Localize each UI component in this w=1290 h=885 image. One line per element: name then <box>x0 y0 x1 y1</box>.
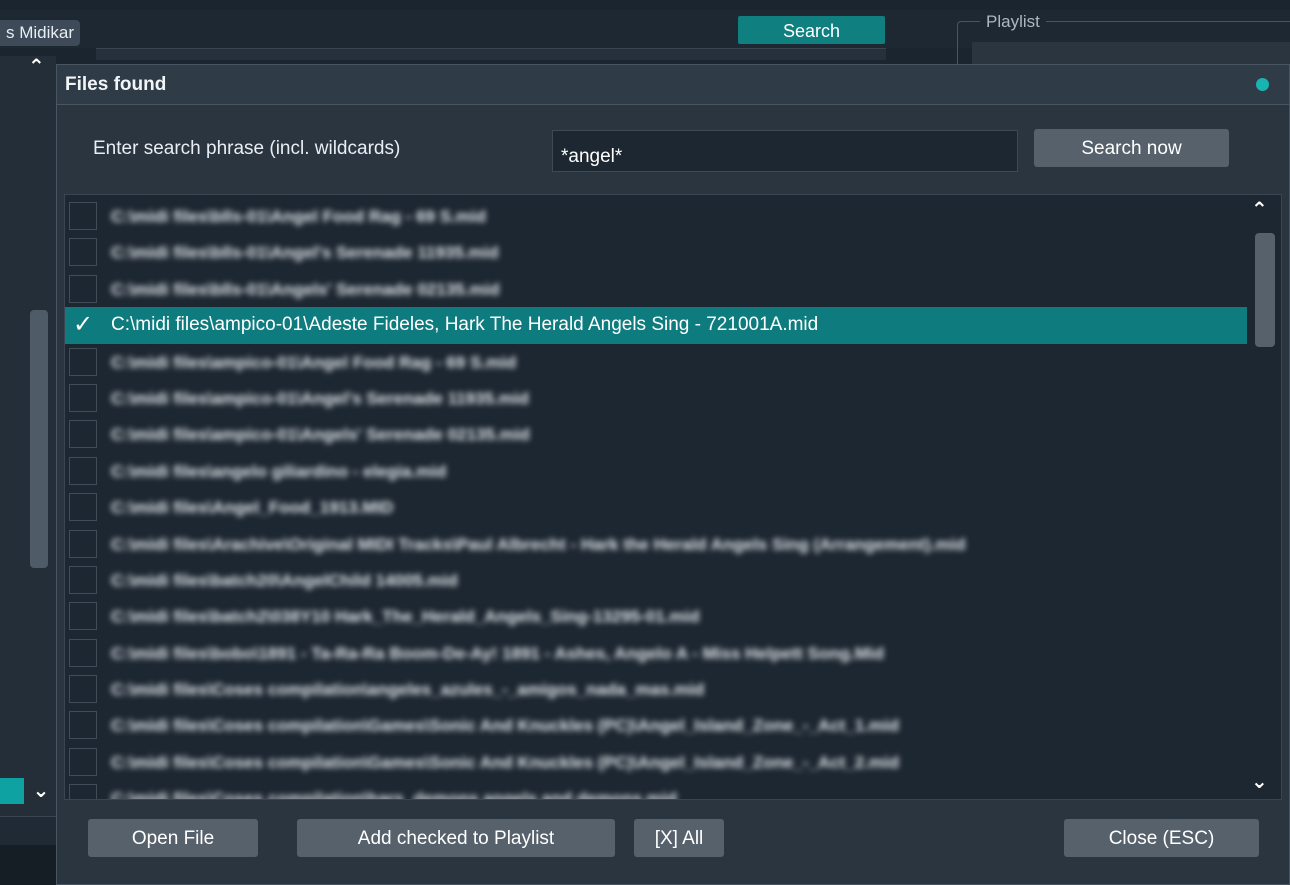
app-tab[interactable]: s Midikar <box>0 20 81 46</box>
chevron-down-icon[interactable]: ⌄ <box>28 778 54 804</box>
file-row[interactable]: C:\midi files\Coses compilation\hars_dem… <box>65 780 1247 800</box>
file-checkbox[interactable] <box>69 238 97 267</box>
chevron-up-icon[interactable]: ⌃ <box>28 54 45 79</box>
file-row[interactable]: C:\midi files\batch2\038Y10 Hark_The_Her… <box>65 598 1247 634</box>
file-checkbox[interactable]: ✓ <box>69 311 97 339</box>
file-checkbox[interactable] <box>69 456 97 485</box>
file-path: C:\midi files\blls-01\Angels' Serenade 0… <box>111 279 500 299</box>
file-path: C:\midi files\Coses compilation\hars_dem… <box>111 789 677 800</box>
scroll-up-icon[interactable]: ⌃ <box>1251 197 1268 222</box>
checkmark-icon: ✓ <box>73 311 94 339</box>
file-path: C:\midi files\Angel_Food_1913.MID <box>111 498 394 518</box>
file-checkbox[interactable] <box>69 602 97 631</box>
file-row[interactable]: C:\midi files\ampico-01\Angels' Serenade… <box>65 416 1247 452</box>
file-row[interactable]: C:\midi files\blls-01\Angel's Serenade 1… <box>65 234 1247 270</box>
file-path: C:\midi files\Coses compilation\Games\So… <box>111 716 900 736</box>
file-checkbox[interactable] <box>69 274 97 303</box>
file-checkbox[interactable] <box>69 565 97 594</box>
file-row[interactable]: C:\midi files\batch20\AngelChild 14005.m… <box>65 562 1247 598</box>
open-file-button[interactable]: Open File <box>88 819 258 857</box>
file-path: C:\midi files\ampico-01\Angel Food Rag -… <box>111 352 517 372</box>
file-path: C:\midi files\Coses compilation\Games\So… <box>111 752 900 772</box>
main-search-field[interactable] <box>96 48 886 60</box>
main-search-button[interactable]: Search <box>738 16 885 44</box>
search-now-button[interactable]: Search now <box>1034 129 1229 167</box>
file-checkbox[interactable] <box>69 711 97 740</box>
file-row[interactable]: C:\midi files\Angel_Food_1913.MID <box>65 489 1247 525</box>
file-checkbox[interactable] <box>69 420 97 449</box>
file-path: C:\midi files\batch2\038Y10 Hark_The_Her… <box>111 607 700 627</box>
scrollbar-thumb[interactable] <box>1255 233 1275 347</box>
file-checkbox[interactable] <box>69 202 97 230</box>
check-all-button[interactable]: [X] All <box>634 819 724 857</box>
playlist-field[interactable] <box>972 42 1290 64</box>
file-path: C:\midi files\Arachive\Original MIDI Tra… <box>111 534 966 554</box>
file-row[interactable]: C:\midi files\Coses compilation\Games\So… <box>65 744 1247 780</box>
file-path: C:\midi files\ampico-01\Adeste Fideles, … <box>111 314 819 336</box>
file-checkbox[interactable] <box>69 638 97 667</box>
file-row[interactable]: C:\midi files\blls-01\Angels' Serenade 0… <box>65 271 1247 307</box>
playlist-label: Playlist <box>980 11 1046 33</box>
files-list-rows: C:\midi files\blls-01\Angel Food Rag - 6… <box>65 198 1247 800</box>
file-path: C:\midi files\angelo giliardino - elegia… <box>111 461 447 481</box>
file-row[interactable]: C:\midi files\Coses compilation\angeles_… <box>65 671 1247 707</box>
dialog-titlebar[interactable]: Files found <box>57 65 1289 105</box>
file-checkbox[interactable] <box>69 675 97 704</box>
file-row[interactable]: C:\midi files\ampico-01\Angel's Serenade… <box>65 380 1247 416</box>
add-checked-to-playlist-button[interactable]: Add checked to Playlist <box>297 819 615 857</box>
search-phrase-input[interactable] <box>552 130 1018 172</box>
file-row[interactable]: C:\midi files\Arachive\Original MIDI Tra… <box>65 526 1247 562</box>
file-row[interactable]: C:\midi files\blls-01\Angel Food Rag - 6… <box>65 198 1247 234</box>
scroll-down-icon[interactable]: ⌄ <box>1251 769 1268 794</box>
file-row[interactable]: C:\midi files\Coses compilation\Games\So… <box>65 707 1247 743</box>
file-checkbox[interactable] <box>69 383 97 412</box>
file-path: C:\midi files\blls-01\Angel Food Rag - 6… <box>111 207 486 226</box>
file-path: C:\midi files\ampico-01\Angels' Serenade… <box>111 425 530 445</box>
file-path: C:\midi files\batch20\AngelChild 14005.m… <box>111 570 458 590</box>
left-panel-selection[interactable] <box>0 778 24 804</box>
file-row[interactable]: C:\midi files\angelo giliardino - elegia… <box>65 453 1247 489</box>
file-checkbox[interactable] <box>69 347 97 376</box>
file-checkbox[interactable] <box>69 784 97 799</box>
close-button[interactable]: Close (ESC) <box>1064 819 1259 857</box>
file-path: C:\midi files\Coses compilation\angeles_… <box>111 680 705 700</box>
files-list-scrollbar[interactable]: ⌃ ⌄ <box>1247 195 1277 799</box>
file-path: C:\midi files\bobo\1891 - Ta-Ra-Ra Boom-… <box>111 643 884 663</box>
files-found-dialog: Files found Enter search phrase (incl. w… <box>56 64 1290 885</box>
status-dot-icon <box>1256 78 1269 91</box>
files-list: C:\midi files\blls-01\Angel Food Rag - 6… <box>64 194 1282 800</box>
file-row[interactable]: C:\midi files\ampico-01\Angel Food Rag -… <box>65 344 1247 380</box>
dialog-title: Files found <box>65 74 167 95</box>
file-checkbox[interactable] <box>69 529 97 558</box>
file-row[interactable]: C:\midi files\bobo\1891 - Ta-Ra-Ra Boom-… <box>65 635 1247 671</box>
search-phrase-label: Enter search phrase (incl. wildcards) <box>93 138 401 159</box>
left-panel-scrollbar[interactable] <box>30 310 48 568</box>
file-checkbox[interactable] <box>69 747 97 776</box>
left-bottom-bar <box>0 845 56 885</box>
file-checkbox[interactable] <box>69 493 97 522</box>
file-path: C:\midi files\ampico-01\Angel's Serenade… <box>111 388 529 408</box>
file-path: C:\midi files\blls-01\Angel's Serenade 1… <box>111 243 499 263</box>
file-row[interactable]: ✓ C:\midi files\ampico-01\Adeste Fideles,… <box>65 307 1247 344</box>
